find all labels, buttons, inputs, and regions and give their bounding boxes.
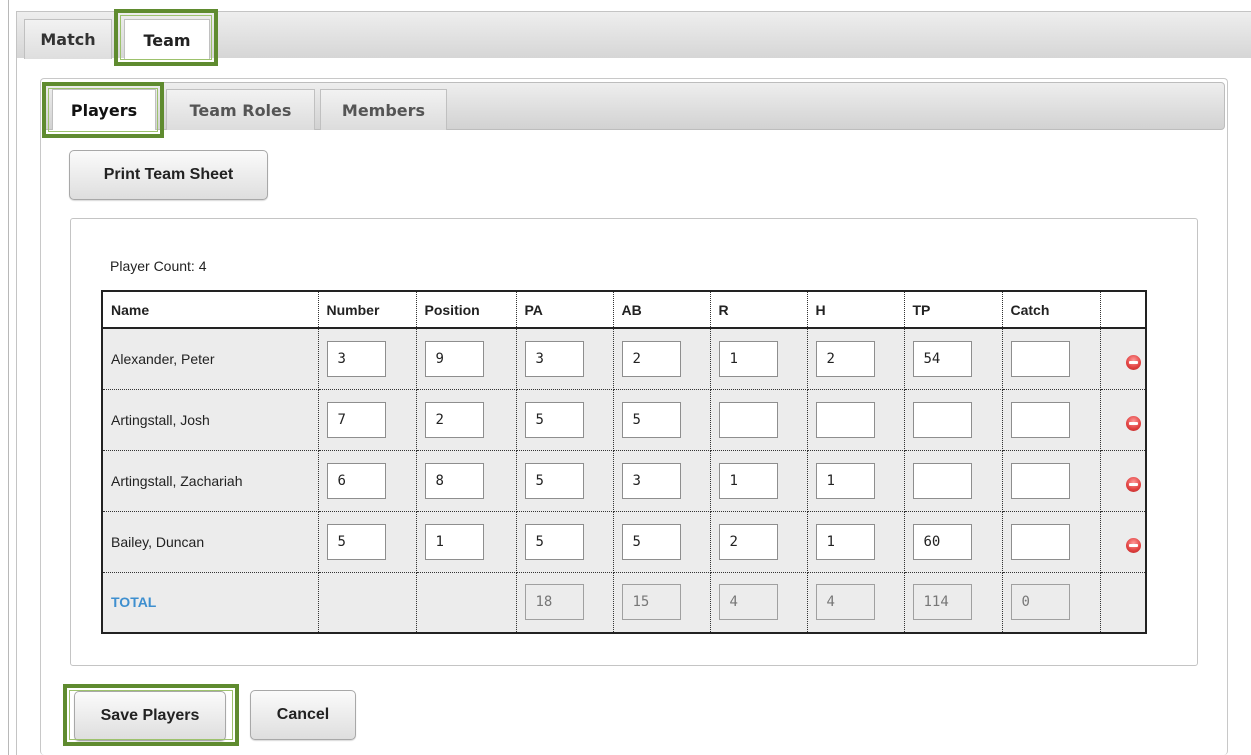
col-header-pa: PA [516,291,614,329]
h-input[interactable] [815,401,875,438]
player-name: Artingstall, Zachariah [102,450,319,512]
save-players-button[interactable]: Save Players [74,691,226,741]
left-divider [8,0,9,755]
r-input[interactable] [718,340,778,377]
number-input[interactable] [326,401,386,438]
h-input[interactable] [815,523,875,560]
ab-input[interactable] [621,523,681,560]
total-number-empty [318,572,417,634]
total-tp [912,584,972,621]
total-actions-empty [1100,572,1147,634]
col-header-h: H [807,291,905,329]
total-h [815,584,875,621]
catch-input[interactable] [1010,401,1070,438]
total-position-empty [416,572,517,634]
remove-circle-icon[interactable] [1125,537,1141,553]
total-pa [524,584,584,621]
player-name: Alexander, Peter [102,328,319,390]
col-header-ab: AB [613,291,711,329]
h-input[interactable] [815,462,875,499]
print-team-sheet-button[interactable]: Print Team Sheet [69,150,268,200]
col-header-name: Name [102,291,319,329]
h-input[interactable] [815,340,875,377]
tp-input[interactable] [912,462,972,499]
ab-input[interactable] [621,462,681,499]
position-input[interactable] [424,401,484,438]
tab-team-roles[interactable]: Team Roles [166,89,315,130]
remove-circle-icon[interactable] [1125,476,1141,492]
total-label: TOTAL [102,572,319,634]
col-header-r: R [710,291,808,329]
total-r [718,584,778,621]
position-input[interactable] [424,340,484,377]
tab-players[interactable]: Players [52,89,156,130]
pa-input[interactable] [524,401,584,438]
r-input[interactable] [718,462,778,499]
tab-team[interactable]: Team [124,19,210,60]
tp-input[interactable] [912,523,972,560]
col-header-actions [1100,291,1147,329]
catch-input[interactable] [1010,523,1070,560]
player-count: Player Count: 4 [110,258,207,274]
position-input[interactable] [424,523,484,560]
table-header-row: Name Number Position PA AB R H TP Catch [102,291,1147,329]
number-input[interactable] [326,462,386,499]
pa-input[interactable] [524,340,584,377]
total-catch [1010,584,1070,621]
tp-input[interactable] [912,340,972,377]
players-table: Name Number Position PA AB R H TP Catch … [101,290,1147,634]
total-row: TOTAL [102,572,1147,634]
number-input[interactable] [326,523,386,560]
ab-input[interactable] [621,401,681,438]
tp-input[interactable] [912,401,972,438]
r-input[interactable] [718,523,778,560]
table-row: Artingstall, Josh [102,389,1147,451]
col-header-position: Position [416,291,517,329]
pa-input[interactable] [524,523,584,560]
r-input[interactable] [718,401,778,438]
col-header-tp: TP [904,291,1003,329]
cancel-button[interactable]: Cancel [250,690,356,740]
table-row: Bailey, Duncan [102,511,1147,573]
total-ab [621,584,681,621]
number-input[interactable] [326,340,386,377]
tab-members[interactable]: Members [320,89,447,130]
tab-match[interactable]: Match [24,19,112,59]
remove-circle-icon[interactable] [1125,415,1141,431]
table-row: Artingstall, Zachariah [102,450,1147,512]
table-row: Alexander, Peter [102,328,1147,390]
player-name: Bailey, Duncan [102,511,319,573]
ab-input[interactable] [621,340,681,377]
pa-input[interactable] [524,462,584,499]
position-input[interactable] [424,462,484,499]
player-name: Artingstall, Josh [102,389,319,451]
catch-input[interactable] [1010,462,1070,499]
catch-input[interactable] [1010,340,1070,377]
col-header-catch: Catch [1002,291,1101,329]
remove-circle-icon[interactable] [1125,355,1141,371]
col-header-number: Number [318,291,417,329]
